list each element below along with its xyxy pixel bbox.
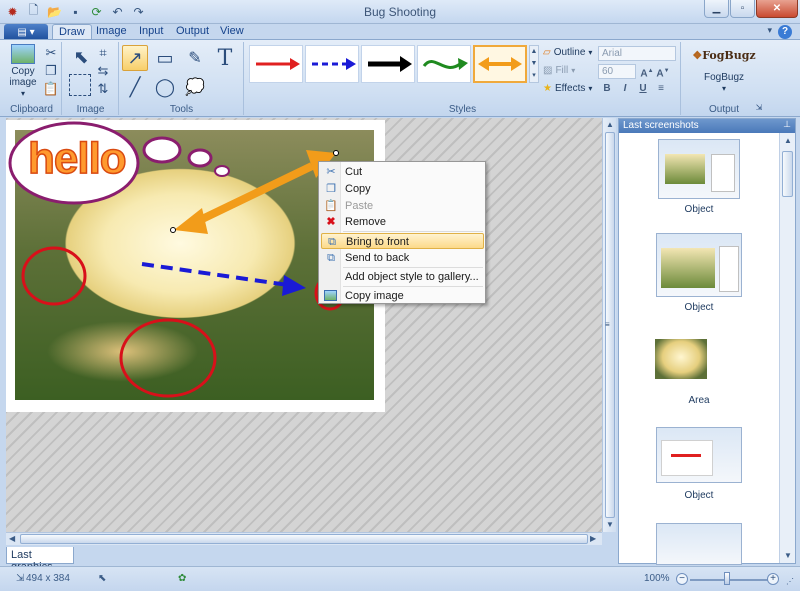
screenshot-caption: Object [684, 490, 714, 501]
last-screenshots-panel: Last screenshots ⊥ Object Object Area Ob… [618, 118, 796, 565]
tab-last-graphics[interactable]: Last graphics [6, 547, 74, 573]
canvas-hscroll-thumb[interactable] [20, 534, 588, 544]
screenshot-thumbnail [656, 427, 742, 483]
screenshot-caption: Object [684, 204, 714, 215]
pin-icon[interactable]: ⊥ [783, 119, 791, 130]
red-circle-left[interactable] [21, 246, 87, 306]
panel-scrollbar[interactable]: ▲ ▼ [779, 133, 795, 563]
scroll-up-icon[interactable]: ▲ [606, 120, 614, 129]
context-menu: ✂ Cut ❐ Copy 📋 Paste ✖ Remove ⧉ Bring to… [318, 161, 486, 304]
screenshot-thumbnail [656, 233, 742, 297]
screenshot-thumbnail [655, 339, 743, 381]
screenshot-thumbnail [658, 139, 740, 199]
status-dimensions: 494 x 384 [26, 573, 70, 584]
panel-splitter[interactable]: ≡ [605, 320, 611, 332]
menu-item-add-style-to-gallery[interactable]: Add object style to gallery... [321, 269, 484, 285]
zoom-slider-knob[interactable] [724, 572, 730, 585]
panel-title: Last screenshots [619, 119, 795, 133]
screenshot-item[interactable]: Object [619, 233, 779, 313]
screenshot-item[interactable]: Object [619, 427, 779, 501]
menu-item-send-to-back[interactable]: ⧉ Send to back [321, 250, 484, 266]
remove-icon: ✖ [326, 216, 336, 228]
zoom-slider-track[interactable] [690, 579, 770, 581]
size-icon: ⇲ [16, 573, 25, 584]
paste-icon: 📋 [324, 200, 338, 212]
zoom-in-button[interactable]: + [767, 573, 779, 585]
screenshot-item[interactable]: Area [619, 339, 779, 406]
menu-item-copy[interactable]: ❐ Copy [321, 181, 484, 197]
status-color-icon: ✿ [178, 573, 187, 584]
status-bar: ⇲ 494 x 384 ⬉ ✿ 100% − + ⋰ [0, 566, 800, 591]
screenshot-caption: Area [688, 395, 710, 406]
zoom-level: 100% [644, 573, 670, 584]
screenshot-caption: Object [684, 302, 714, 313]
menu-item-bring-to-front[interactable]: ⧉ Bring to front [321, 233, 484, 249]
zoom-out-button[interactable]: − [676, 573, 688, 585]
cursor-icon: ⬉ [98, 573, 107, 584]
scroll-left-icon[interactable]: ◀ [9, 534, 15, 543]
scroll-down-icon[interactable]: ▼ [606, 520, 614, 529]
bring-front-icon: ⧉ [328, 236, 336, 248]
menu-item-remove[interactable]: ✖ Remove [321, 214, 484, 230]
resize-grip-icon[interactable]: ⋰ [786, 577, 794, 586]
menu-item-cut[interactable]: ✂ Cut [321, 164, 484, 180]
menu-item-copy-image[interactable]: Copy image [321, 288, 484, 304]
screenshot-item[interactable] [619, 523, 779, 565]
scissors-icon: ✂ [326, 166, 336, 178]
screenshot-thumbnail [656, 523, 742, 565]
blue-dashed-arrow[interactable] [141, 262, 306, 296]
copy-image-icon [324, 290, 337, 301]
menu-item-paste[interactable]: 📋 Paste [321, 198, 484, 214]
red-circle-bottom[interactable] [119, 318, 217, 398]
panel-scroll-thumb[interactable] [782, 151, 793, 197]
canvas-horizontal-scrollbar[interactable]: ◀ ▶ [6, 532, 602, 545]
screenshot-item[interactable]: Object [619, 139, 779, 215]
panel-scroll-up-icon[interactable]: ▲ [784, 136, 792, 145]
copy-icon: ❐ [326, 183, 336, 195]
panel-scroll-down-icon[interactable]: ▼ [784, 551, 792, 560]
bubble-text: hello [27, 133, 127, 184]
scroll-right-icon[interactable]: ▶ [590, 534, 596, 543]
send-back-icon: ⧉ [327, 252, 335, 264]
